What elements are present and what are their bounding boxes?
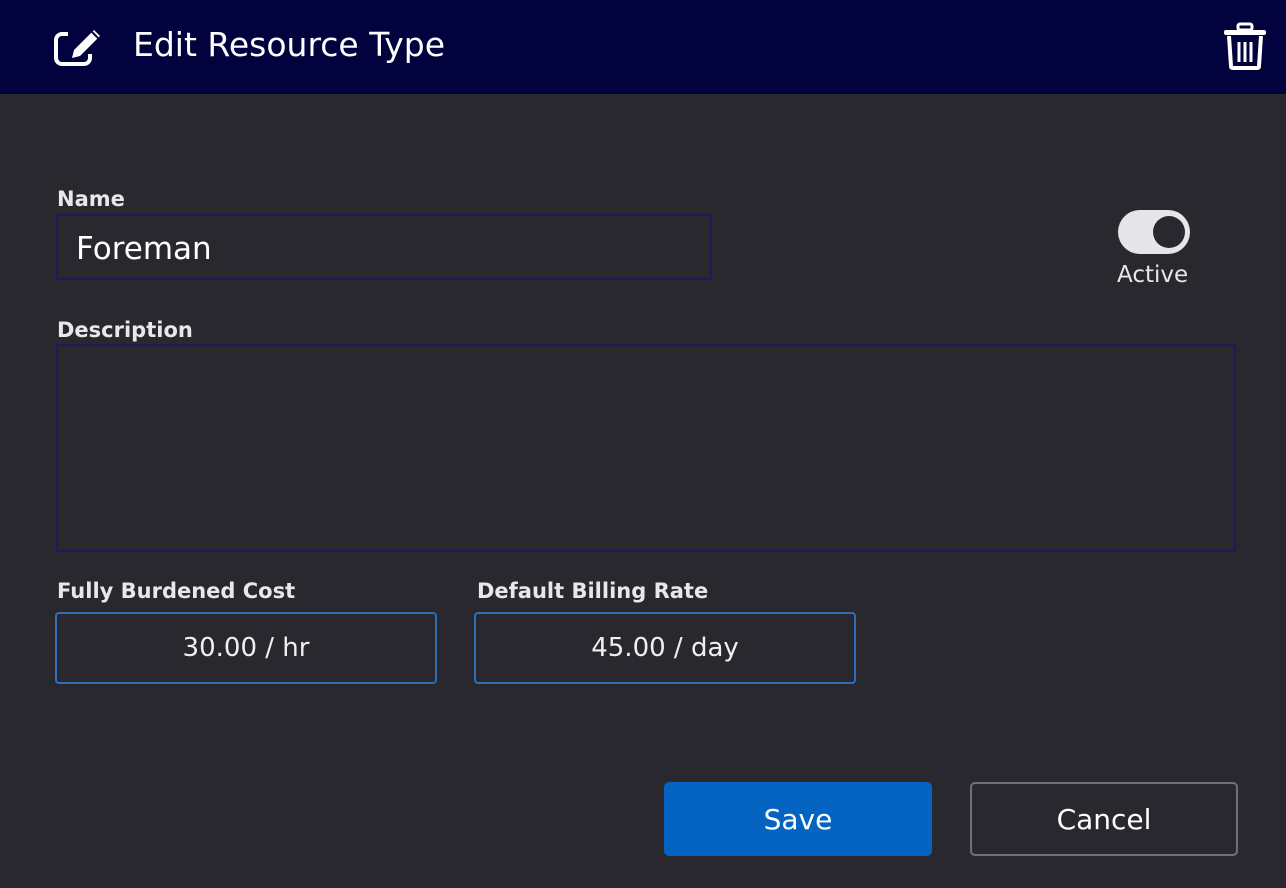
save-button[interactable]: Save — [664, 782, 932, 856]
description-label: Description — [57, 318, 193, 342]
save-button-label: Save — [763, 802, 833, 836]
edit-icon — [54, 26, 106, 66]
cost-label: Fully Burdened Cost — [57, 579, 296, 603]
description-textarea[interactable] — [56, 344, 1236, 552]
billing-rate-input[interactable]: 45.00 / day — [474, 612, 856, 684]
cancel-button[interactable]: Cancel — [970, 782, 1238, 856]
name-label: Name — [57, 187, 125, 211]
trash-icon[interactable] — [1222, 22, 1268, 70]
billing-rate-value: 45.00 / day — [591, 633, 739, 663]
cost-value: 30.00 / hr — [182, 633, 310, 663]
cancel-button-label: Cancel — [1056, 802, 1152, 836]
toggle-knob — [1153, 216, 1185, 248]
dialog-title: Edit Resource Type — [133, 25, 446, 64]
active-label: Active — [1117, 262, 1189, 288]
cost-input[interactable]: 30.00 / hr — [55, 612, 437, 684]
dialog-header: Edit Resource Type — [0, 0, 1286, 94]
name-input[interactable]: Foreman — [56, 214, 712, 280]
billing-rate-label: Default Billing Rate — [477, 579, 709, 603]
name-value: Foreman — [76, 231, 212, 267]
active-toggle[interactable] — [1118, 210, 1190, 254]
